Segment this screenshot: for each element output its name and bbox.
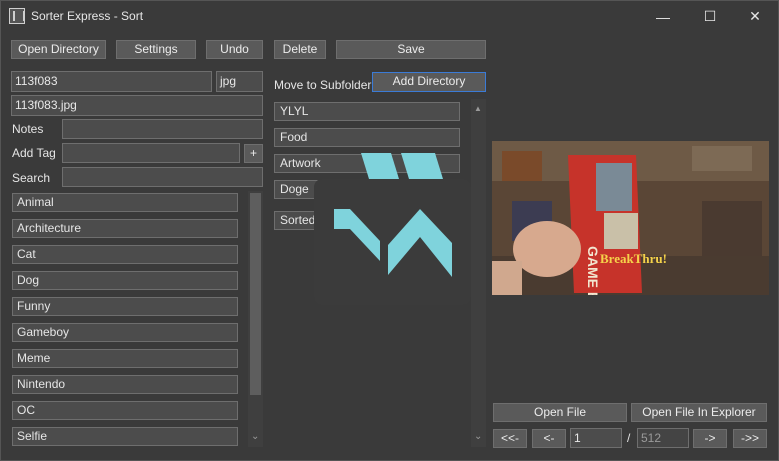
box-brand-text: GAME BOY [585, 246, 601, 295]
scroll-down-icon[interactable]: ⌄ [251, 431, 259, 442]
settings-button[interactable]: Settings [116, 40, 196, 59]
tag-button-meme[interactable]: Meme [12, 349, 238, 368]
scroll-up-icon[interactable]: ▲ [474, 104, 482, 113]
folder-button-food[interactable]: Food [274, 128, 460, 147]
next-page-button[interactable]: -> [693, 429, 727, 448]
add-tag-label: Add Tag [12, 146, 56, 160]
folder-list-scrollbar[interactable]: ▲ ⌄ [471, 99, 486, 447]
tag-button-gameboy[interactable]: Gameboy [12, 323, 238, 342]
image-preview: GAME BOY BreakThru! [492, 141, 769, 295]
notes-input[interactable] [62, 119, 263, 139]
delete-button[interactable]: Delete [274, 40, 326, 59]
add-directory-button[interactable]: Add Directory [372, 72, 486, 92]
tag-button-selfie[interactable]: Selfie [12, 427, 238, 446]
last-page-button[interactable]: ->> [733, 429, 767, 448]
open-directory-button[interactable]: Open Directory [11, 40, 106, 59]
page-number-input[interactable]: 1 [570, 428, 622, 448]
notes-label: Notes [12, 122, 44, 136]
title-bar: Sorter Express - Sort — ☐ ✕ [1, 1, 778, 32]
tag-button-funny[interactable]: Funny [12, 297, 238, 316]
search-label: Search [12, 171, 51, 185]
first-page-button[interactable]: <<- [493, 429, 527, 448]
maximize-button[interactable]: ☐ [687, 1, 733, 32]
page-separator: / [627, 431, 631, 445]
preview-photo: GAME BOY BreakThru! [492, 141, 769, 295]
tag-button-architecture[interactable]: Architecture [12, 219, 238, 238]
previous-page-button[interactable]: <- [532, 429, 566, 448]
tag-button-animal[interactable]: Animal [12, 193, 238, 212]
filename-input[interactable]: 113f083 [11, 71, 212, 92]
folder-button-ylyl[interactable]: YLYL [274, 102, 460, 121]
add-tag-input[interactable] [62, 143, 240, 163]
page-total-display: 512 [637, 428, 689, 448]
tag-button-oc[interactable]: OC [12, 401, 238, 420]
fullname-display: 113f083.jpg [11, 95, 263, 116]
open-file-button[interactable]: Open File [493, 403, 627, 422]
open-file-in-explorer-button[interactable]: Open File In Explorer [631, 403, 767, 422]
tag-button-nintendo[interactable]: Nintendo [12, 375, 238, 394]
app-icon [9, 8, 25, 24]
tag-list-scroll-thumb[interactable] [250, 193, 261, 395]
box-title-text: BreakThru! [600, 251, 667, 266]
logo-icon [334, 209, 452, 277]
search-input[interactable] [62, 167, 263, 187]
logo-tabs-icon [361, 153, 443, 179]
close-button[interactable]: ✕ [732, 1, 778, 32]
move-to-subfolder-label: Move to Subfolder [274, 78, 372, 92]
undo-button[interactable]: Undo [206, 40, 263, 59]
tag-button-cat[interactable]: Cat [12, 245, 238, 264]
tag-button-dog[interactable]: Dog [12, 271, 238, 290]
save-button[interactable]: Save [336, 40, 486, 59]
minimize-button[interactable]: — [640, 1, 686, 32]
scroll-down-icon[interactable]: ⌄ [474, 431, 482, 442]
extension-input[interactable]: jpg [216, 71, 263, 92]
tag-list-scrollbar[interactable]: ⌄ [248, 191, 263, 447]
window-title: Sorter Express - Sort [31, 9, 144, 23]
add-tag-button[interactable]: + [244, 144, 263, 163]
app-window: Sorter Express - Sort — ☐ ✕ Open Directo… [0, 0, 779, 461]
loading-overlay [314, 179, 471, 305]
